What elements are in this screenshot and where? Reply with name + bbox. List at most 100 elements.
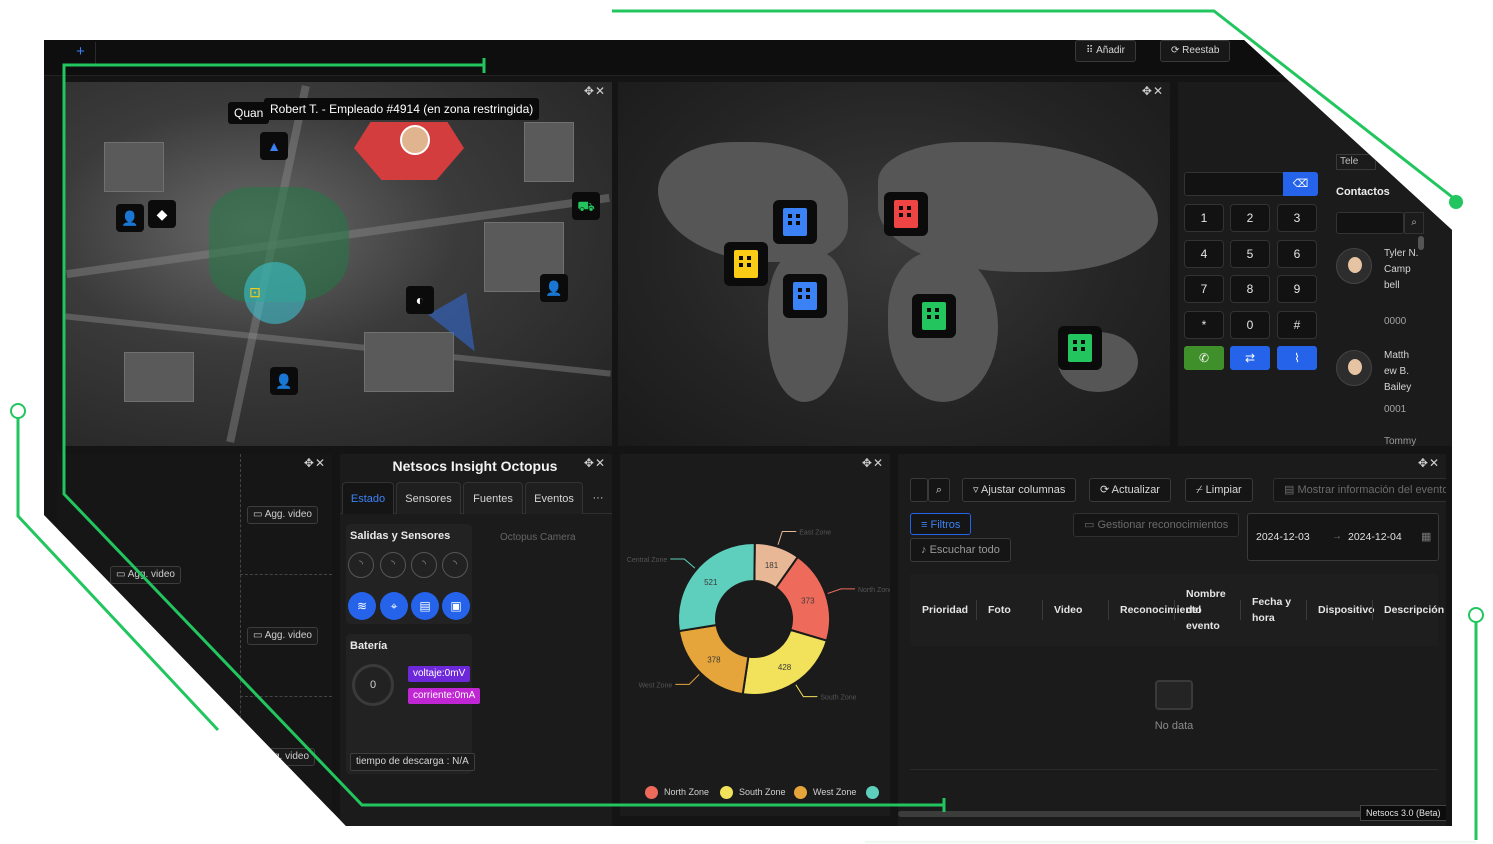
- building-icon[interactable]: [912, 294, 956, 338]
- dialer-tab[interactable]: Tele: [1336, 154, 1376, 170]
- backspace-icon[interactable]: ⌫: [1283, 172, 1318, 196]
- events-search-input[interactable]: [910, 478, 928, 502]
- building-icon[interactable]: [724, 242, 768, 286]
- contact-name[interactable]: Matth ew B. Bailey: [1384, 348, 1424, 396]
- nfc-icon[interactable]: ▣: [442, 592, 470, 620]
- world-map-panel[interactable]: ✥✕: [618, 82, 1170, 446]
- column-header[interactable]: Video: [1054, 574, 1094, 646]
- building-icon[interactable]: [783, 274, 827, 318]
- show-event-info-button[interactable]: ▤ Mostrar información del evento: [1273, 478, 1446, 502]
- tab-fuentes[interactable]: Fuentes: [463, 482, 523, 514]
- refresh-button[interactable]: ⟳ Actualizar: [1089, 478, 1171, 502]
- listen-all-button[interactable]: ♪ Escuchar todo: [910, 538, 1011, 562]
- move-icon[interactable]: ✥: [1142, 84, 1153, 98]
- add-video-button[interactable]: ▭ Agg. video: [247, 506, 318, 524]
- wifi-icon[interactable]: ≋: [348, 592, 376, 620]
- tab-sensores[interactable]: Sensores: [396, 482, 461, 514]
- search-icon[interactable]: ⌕: [928, 478, 950, 502]
- close-icon[interactable]: ✕: [1153, 84, 1164, 98]
- move-icon[interactable]: ✥: [1418, 456, 1429, 470]
- donut-chart[interactable]: 181 East Zone 373 North Zone 428 South Zone 37…: [620, 454, 890, 774]
- move-icon[interactable]: ✥: [304, 456, 315, 470]
- dial-key[interactable]: #: [1277, 311, 1317, 339]
- contact-name[interactable]: Tommy: [1384, 434, 1424, 446]
- face-scan-icon[interactable]: ⊡: [241, 278, 269, 306]
- close-icon[interactable]: ✕: [595, 84, 606, 98]
- move-icon[interactable]: ✥: [584, 84, 595, 98]
- move-icon[interactable]: ✥: [862, 456, 873, 470]
- dial-key[interactable]: 7: [1184, 275, 1224, 303]
- tab-estado[interactable]: Estado: [342, 482, 394, 514]
- add-widget-button[interactable]: ⠿ Añadir: [1075, 40, 1137, 62]
- contact-avatar[interactable]: [1336, 350, 1372, 386]
- dial-input[interactable]: [1184, 172, 1284, 196]
- dial-key[interactable]: 1: [1184, 204, 1224, 232]
- person-icon[interactable]: 👤: [116, 204, 144, 232]
- legend-west-zone[interactable]: West Zone: [794, 786, 856, 799]
- panel-controls[interactable]: ✥✕: [862, 456, 884, 470]
- dial-key[interactable]: *: [1184, 311, 1224, 339]
- panel-controls[interactable]: ✥✕: [584, 456, 606, 470]
- dial-key[interactable]: 8: [1230, 275, 1270, 303]
- person-icon[interactable]: 👤: [270, 367, 298, 395]
- building-icon[interactable]: [773, 200, 817, 244]
- column-header[interactable]: Foto: [988, 574, 1028, 646]
- close-icon[interactable]: ✕: [315, 456, 326, 470]
- date-from[interactable]: 2024-12-03: [1256, 531, 1310, 543]
- call-icon[interactable]: ✆: [1184, 346, 1224, 370]
- add-tab-button[interactable]: +: [66, 42, 96, 64]
- dial-key[interactable]: 9: [1277, 275, 1317, 303]
- panel-controls[interactable]: ✥✕: [584, 84, 606, 98]
- contact-avatar[interactable]: [1336, 248, 1372, 284]
- contact-search-input[interactable]: [1336, 212, 1404, 234]
- employee-avatar[interactable]: [400, 125, 430, 155]
- dial-key[interactable]: 4: [1184, 240, 1224, 268]
- panel-controls[interactable]: ✥✕: [1418, 456, 1440, 470]
- add-video-button[interactable]: ▭ Agg. video: [247, 627, 318, 645]
- city-map-panel[interactable]: ✥✕ Quan Robert T. - Empleado #4914 (en z…: [64, 82, 612, 446]
- forklift-icon[interactable]: ⛟: [572, 192, 600, 220]
- tab-more[interactable]: ···: [585, 482, 611, 514]
- move-icon[interactable]: ✥: [584, 456, 595, 470]
- donut-slice[interactable]: [677, 542, 756, 633]
- tag-icon[interactable]: ◆: [148, 200, 176, 228]
- filters-button[interactable]: ≡ Filtros: [910, 513, 972, 535]
- panel-controls[interactable]: ✥✕: [304, 456, 326, 470]
- sim-icon[interactable]: ▤: [411, 592, 439, 620]
- dial-key[interactable]: 2: [1230, 204, 1270, 232]
- alarm-icon[interactable]: ▲: [260, 132, 288, 160]
- dial-key[interactable]: 3: [1277, 204, 1317, 232]
- add-video-button[interactable]: g. video: [268, 748, 316, 766]
- contact-name[interactable]: Tyler N. Camp bell: [1384, 246, 1424, 294]
- dial-key[interactable]: 0: [1230, 311, 1270, 339]
- column-header[interactable]: Prioridad: [922, 574, 970, 646]
- panel-controls[interactable]: ✥✕: [1142, 84, 1164, 98]
- dial-key[interactable]: 6: [1277, 240, 1317, 268]
- dial-key[interactable]: 5: [1230, 240, 1270, 268]
- date-to[interactable]: 2024-12-04: [1348, 531, 1402, 543]
- close-icon[interactable]: ✕: [873, 456, 884, 470]
- column-header[interactable]: Reconocimiento: [1120, 574, 1202, 646]
- legend-south-zone[interactable]: South Zone: [720, 786, 786, 799]
- calendar-icon[interactable]: ▦: [1421, 530, 1431, 543]
- adjust-columns-button[interactable]: ▿ Ajustar columnas: [962, 478, 1077, 502]
- person-icon[interactable]: 👤: [540, 274, 568, 302]
- column-header[interactable]: Descripción: [1384, 574, 1444, 646]
- building-icon[interactable]: [1058, 326, 1102, 370]
- legend-central-zone[interactable]: [866, 786, 885, 799]
- search-icon[interactable]: ⌕: [1404, 212, 1424, 234]
- legend-north-zone[interactable]: North Zone: [645, 786, 709, 799]
- close-icon[interactable]: ✕: [595, 456, 606, 470]
- close-icon[interactable]: ✕: [1429, 456, 1440, 470]
- add-video-button[interactable]: ▭ Agg. video: [110, 566, 181, 584]
- date-range-picker[interactable]: 2024-12-03 → 2024-12-04 ▦: [1247, 513, 1439, 561]
- radio-icon[interactable]: ⌇: [1277, 346, 1317, 370]
- reset-button[interactable]: ⟳ Reestab: [1160, 40, 1231, 62]
- gps-icon[interactable]: ⌖: [380, 592, 408, 620]
- column-header[interactable]: Nombre del evento: [1186, 574, 1232, 646]
- tab-eventos[interactable]: Eventos: [525, 482, 583, 514]
- camera-icon[interactable]: ◐: [406, 286, 434, 314]
- manage-recognitions-button[interactable]: ▭ Gestionar reconocimientos: [1073, 513, 1240, 537]
- column-header[interactable]: Fecha y hora: [1252, 574, 1294, 646]
- building-icon[interactable]: [884, 192, 928, 236]
